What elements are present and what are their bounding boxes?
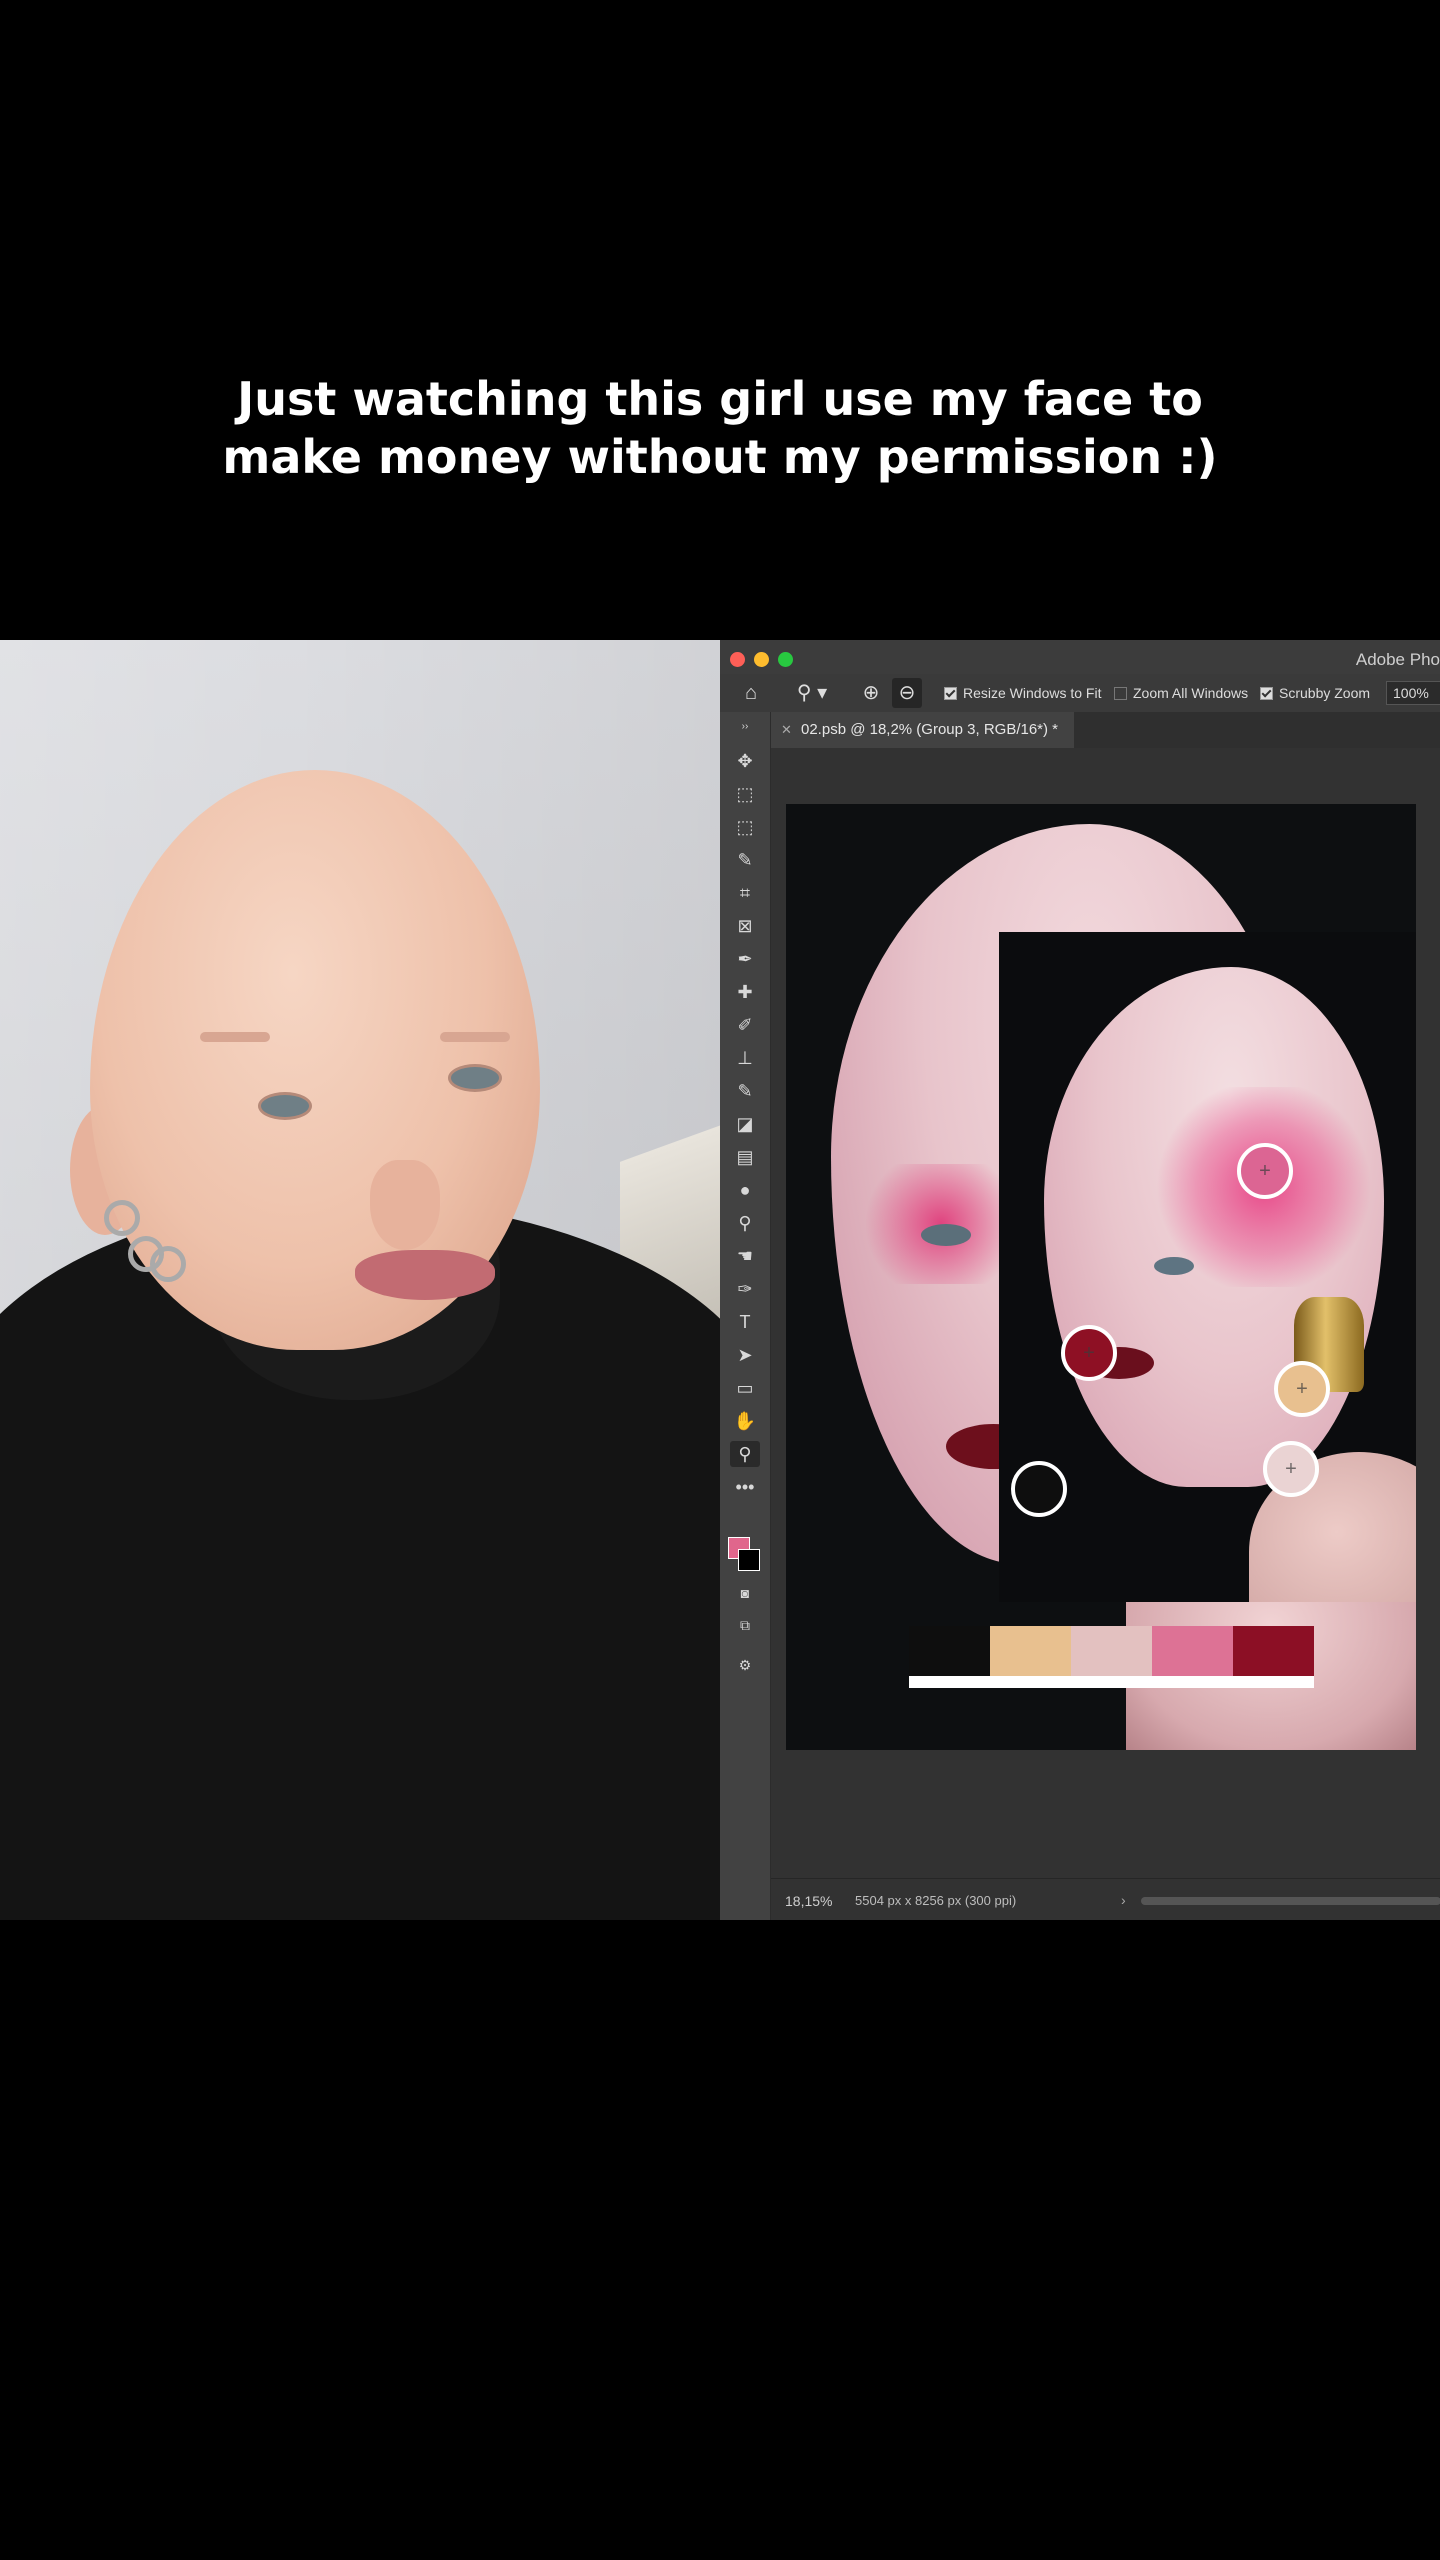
crosshair-icon: + xyxy=(1083,1342,1095,1364)
zoom-all-windows-checkbox[interactable] xyxy=(1114,686,1127,700)
resize-windows-option[interactable]: Resize Windows to Fit xyxy=(944,685,1101,701)
left-eye xyxy=(258,1092,312,1120)
left-eyebrow xyxy=(200,1032,270,1042)
zoom-tool-preset-icon[interactable]: ⚲ ▾ xyxy=(790,678,834,708)
tools-panel: ›› ✥ ⬚ ⬚ ✎ ⌗ ⊠ ✒ ✚ ✐ ⊥ ✎ ◪ ▤ ● ⚲ ☚ ✑ T ➤… xyxy=(720,712,771,1920)
document-canvas[interactable]: + + + + xyxy=(786,804,1416,1750)
eyedropper-tool-icon[interactable]: ✒ xyxy=(730,946,760,972)
crosshair-icon: + xyxy=(1259,1160,1271,1182)
collapse-icon[interactable]: ›› xyxy=(730,714,760,740)
home-icon[interactable]: ⌂ xyxy=(736,678,766,708)
document-tabs: ✕ 02.psb @ 18,2% (Group 3, RGB/16*) * xyxy=(771,712,1440,748)
gradient-tool-icon[interactable]: ▤ xyxy=(730,1144,760,1170)
type-tool-icon[interactable]: T xyxy=(730,1309,760,1335)
object-selection-tool-icon[interactable]: ⬚ xyxy=(730,814,760,840)
right-eyebrow xyxy=(440,1032,510,1042)
move-tool-icon[interactable]: ✥ xyxy=(730,748,760,774)
color-palette xyxy=(909,1626,1314,1688)
pen-tool-icon[interactable]: ✑ xyxy=(730,1276,760,1302)
zoom-tool-icon[interactable]: ⚲ xyxy=(730,1441,760,1467)
clone-stamp-tool-icon[interactable]: ⊥ xyxy=(730,1045,760,1071)
video-frame: Adobe Pho ⌂ ⚲ ▾ ⊕ ⊖ Resize Windows to Fi… xyxy=(0,640,1440,1920)
status-zoom[interactable]: 18,15% xyxy=(785,1893,832,1909)
palette-swatch-1 xyxy=(909,1626,990,1676)
resize-windows-label: Resize Windows to Fit xyxy=(963,685,1102,701)
crop-tool-icon[interactable]: ⌗ xyxy=(730,880,760,906)
scrubby-zoom-label: Scrubby Zoom xyxy=(1279,685,1371,701)
picker-tan[interactable]: + xyxy=(1274,1361,1330,1417)
hand-tool-icon[interactable]: ✋ xyxy=(730,1408,760,1434)
scrubby-zoom-option[interactable]: Scrubby Zoom xyxy=(1260,685,1370,701)
frame-tool-icon[interactable]: ⊠ xyxy=(730,913,760,939)
background-color-swatch[interactable] xyxy=(738,1549,760,1571)
photoshop-window: Adobe Pho ⌂ ⚲ ▾ ⊕ ⊖ Resize Windows to Fi… xyxy=(720,640,1440,1920)
palette-swatch-2 xyxy=(990,1626,1071,1676)
close-tab-icon[interactable]: ✕ xyxy=(781,712,792,748)
history-brush-tool-icon[interactable]: ✎ xyxy=(730,1078,760,1104)
more-tools-icon[interactable]: ••• xyxy=(730,1474,760,1500)
app-title: Adobe Pho xyxy=(1355,650,1440,669)
zoom-all-windows-option[interactable]: Zoom All Windows xyxy=(1114,685,1248,701)
crosshair-icon: + xyxy=(1296,1378,1308,1400)
screen-mode-icon[interactable]: ⧉ xyxy=(730,1612,760,1638)
palette-swatch-3 xyxy=(1071,1626,1152,1676)
earring-1 xyxy=(104,1200,140,1236)
extras-icon[interactable]: ⚙ xyxy=(730,1652,760,1678)
scrubby-zoom-checkbox[interactable] xyxy=(1260,686,1273,700)
palette-swatch-4 xyxy=(1152,1626,1233,1676)
rectangle-tool-icon[interactable]: ▭ xyxy=(730,1375,760,1401)
quick-selection-tool-icon[interactable]: ✎ xyxy=(730,847,760,873)
reference-head xyxy=(1044,967,1384,1487)
quick-mask-icon[interactable]: ◙ xyxy=(730,1580,760,1606)
healing-brush-tool-icon[interactable]: ✚ xyxy=(730,979,760,1005)
crosshair-icon: + xyxy=(1285,1458,1297,1480)
maximize-window-button[interactable] xyxy=(778,652,793,667)
blur-tool-icon[interactable]: ● xyxy=(730,1177,760,1203)
lips xyxy=(355,1250,495,1300)
earring-3 xyxy=(150,1246,186,1282)
zoom-out-icon[interactable]: ⊖ xyxy=(892,678,922,708)
status-bar: 18,15% 5504 px x 8256 px (300 ppi) › xyxy=(771,1878,1440,1920)
marquee-tool-icon[interactable]: ⬚ xyxy=(730,781,760,807)
path-selection-tool-icon[interactable]: ➤ xyxy=(730,1342,760,1368)
options-bar: ⌂ ⚲ ▾ ⊕ ⊖ Resize Windows to Fit Zoom All… xyxy=(720,674,1440,713)
picker-black[interactable] xyxy=(1011,1461,1067,1517)
brush-tool-icon[interactable]: ✐ xyxy=(730,1012,760,1038)
picker-skin[interactable]: + xyxy=(1263,1441,1319,1497)
document-tab-title: 02.psb @ 18,2% (Group 3, RGB/16*) * xyxy=(801,721,1059,738)
zoom-all-windows-label: Zoom All Windows xyxy=(1133,685,1249,701)
canvas-workspace[interactable]: + + + + xyxy=(771,748,1440,1878)
chevron-right-icon[interactable]: › xyxy=(1121,1892,1126,1908)
window-titlebar: Adobe Pho xyxy=(720,640,1440,675)
resize-windows-checkbox[interactable] xyxy=(944,686,957,700)
close-window-button[interactable] xyxy=(730,652,745,667)
minimize-window-button[interactable] xyxy=(754,652,769,667)
document-tab[interactable]: ✕ 02.psb @ 18,2% (Group 3, RGB/16*) * xyxy=(771,712,1075,748)
reference-eye xyxy=(1154,1257,1194,1275)
dodge-tool-icon[interactable]: ⚲ xyxy=(730,1210,760,1236)
artwork-eye xyxy=(921,1224,971,1246)
picker-red[interactable]: + xyxy=(1061,1325,1117,1381)
video-caption: Just watching this girl use my face to m… xyxy=(0,370,1440,486)
selfie-photo xyxy=(0,640,720,1920)
zoom-percent-field[interactable]: 100% xyxy=(1386,681,1440,705)
right-eye xyxy=(448,1064,502,1092)
eraser-tool-icon[interactable]: ◪ xyxy=(730,1111,760,1137)
nose xyxy=(370,1160,440,1250)
horizontal-scrollbar[interactable] xyxy=(1141,1897,1440,1905)
smudge-tool-icon[interactable]: ☚ xyxy=(730,1243,760,1269)
palette-swatch-5 xyxy=(1233,1626,1314,1676)
caption-line-2: make money without my permission :) xyxy=(222,430,1218,484)
status-document-size: 5504 px x 8256 px (300 ppi) xyxy=(855,1893,1017,1908)
zoom-in-icon[interactable]: ⊕ xyxy=(856,678,886,708)
picker-pink[interactable]: + xyxy=(1237,1143,1293,1199)
caption-line-1: Just watching this girl use my face to xyxy=(237,372,1203,426)
